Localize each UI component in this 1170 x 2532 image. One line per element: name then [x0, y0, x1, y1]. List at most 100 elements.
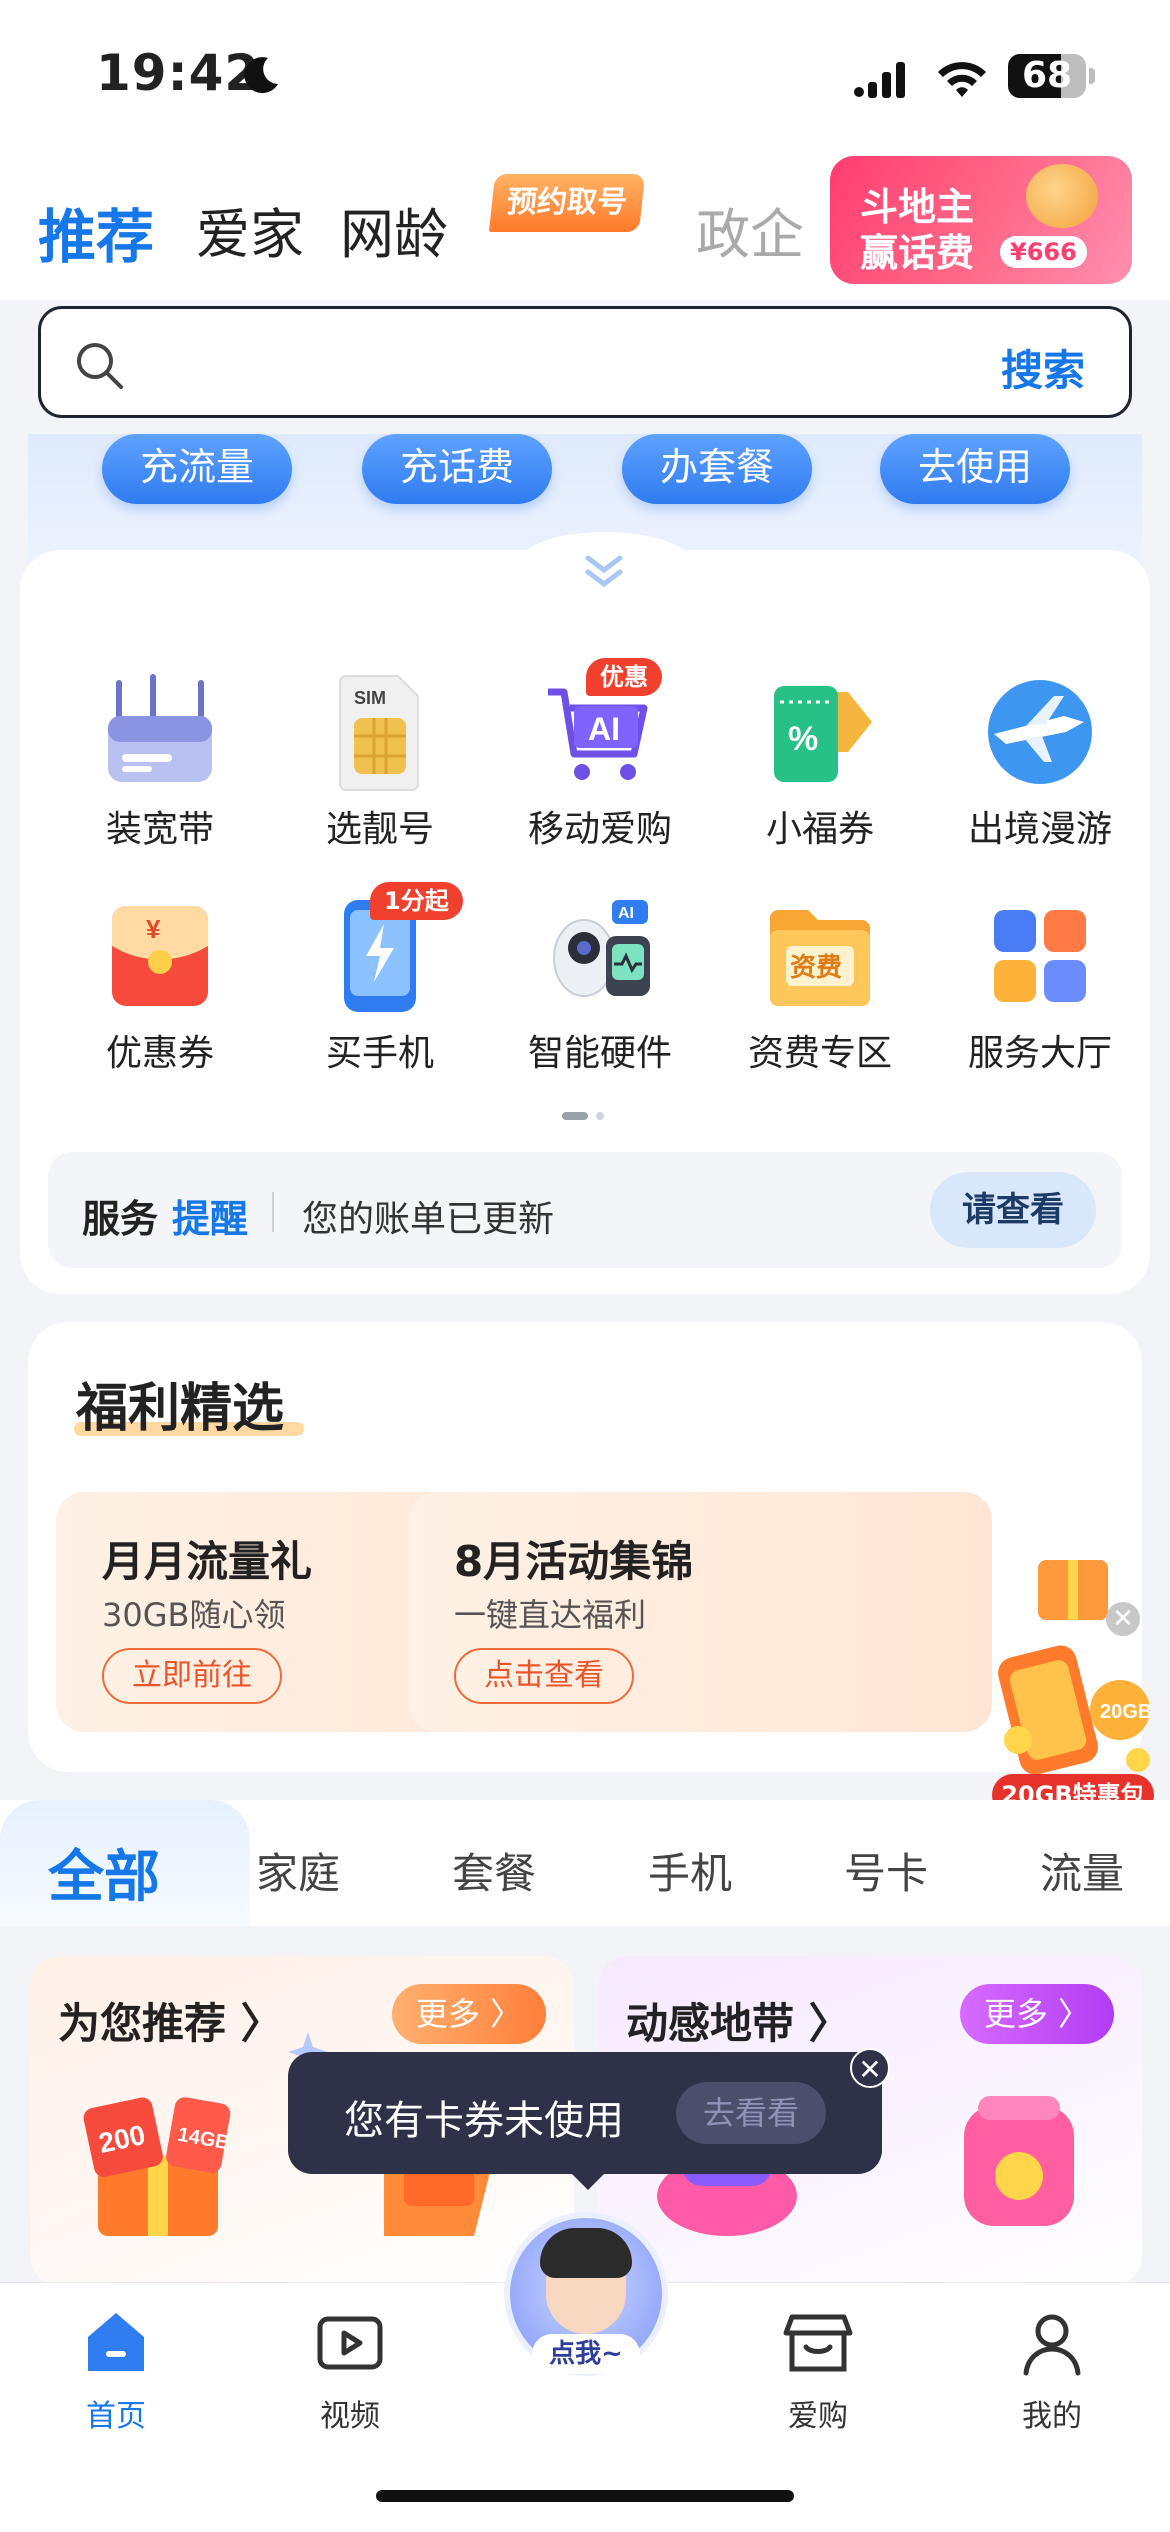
assistant-avatar-button[interactable]: 点我~	[504, 2212, 668, 2376]
service-label: 服务大厅	[967, 1033, 1112, 1074]
status-bar: 19:42 68	[0, 0, 1170, 150]
service-reminder[interactable]: 服务 提醒 您的账单已更新 请查看	[48, 1152, 1122, 1268]
wifi-icon	[938, 62, 986, 97]
rec-card-more-button[interactable]: 更多 〉	[391, 1984, 546, 2044]
category-tab-phone[interactable]: 手机	[648, 1840, 732, 1901]
mascot-icon	[1026, 164, 1098, 228]
divider	[272, 1192, 274, 1232]
service-buy-phone[interactable]: 1分起 买手机	[280, 882, 480, 1096]
nav-shop[interactable]: 爱购	[738, 2307, 898, 2435]
rec-card-more-button[interactable]: 更多 〉	[959, 1984, 1114, 2044]
close-icon[interactable]: ✕	[1106, 1602, 1140, 1636]
home-indicator[interactable]	[376, 2490, 794, 2502]
search-bar[interactable]: 搜索	[38, 306, 1132, 418]
expand-jar-icon	[964, 2096, 1074, 2226]
nav-label: 视频	[320, 2399, 380, 2434]
toast-view-button[interactable]: 去看看	[676, 2082, 826, 2144]
search-input[interactable]	[151, 329, 911, 399]
reminder-title-b: 提醒	[172, 1197, 249, 1241]
video-icon	[317, 2316, 383, 2370]
svg-text:资费: 资费	[790, 953, 842, 983]
reminder-message: 您的账单已更新	[302, 1199, 555, 1240]
benefit-card-subtitle: 一键直达福利	[454, 1596, 647, 1634]
service-label: 优惠券	[105, 1033, 214, 1074]
service-roaming[interactable]: 出境漫游	[940, 672, 1140, 872]
battery-tip	[1089, 68, 1095, 84]
home-icon	[88, 2313, 144, 2371]
tab-government[interactable]: 政企	[696, 190, 804, 269]
sim-card-icon: SIM	[339, 675, 419, 791]
service-label: 选靓号	[325, 809, 434, 850]
rec-card-title: 动感地带 〉	[626, 1999, 851, 2048]
benefits-section: 福利精选 月月流量礼 30GB随心领 立即前往 30GB 8月活动集锦 一键直达…	[28, 1322, 1142, 1772]
quick-action-data[interactable]: 充流量	[102, 434, 292, 504]
tariff-folder-icon: 资费	[770, 910, 870, 1006]
reminder-title-a: 服务	[82, 1197, 159, 1241]
close-icon[interactable]: ✕	[850, 2048, 890, 2088]
promo-banner-doudizhu[interactable]: 斗地主 赢话费 ¥666	[830, 156, 1132, 284]
service-broadband[interactable]: 装宽带	[60, 672, 260, 872]
quick-action-use[interactable]: 去使用	[880, 434, 1070, 504]
service-label: 小福券	[765, 809, 874, 850]
airplane-icon	[988, 680, 1092, 784]
gift-box-200-icon: 200 14GB	[83, 2097, 231, 2236]
category-tab-family[interactable]: 家庭	[256, 1840, 340, 1901]
svg-text:¥: ¥	[146, 914, 161, 944]
nav-label: 爱购	[788, 2399, 848, 2434]
service-smart-hardware[interactable]: AI 智能硬件	[500, 896, 700, 1096]
shop-icon	[783, 2314, 853, 2372]
category-tab-number-card[interactable]: 号卡	[844, 1840, 928, 1901]
tab-reserve-number[interactable]: 预约取号	[488, 174, 646, 232]
search-icon	[77, 343, 123, 389]
service-label: 装宽带	[105, 809, 214, 850]
search-button[interactable]: 搜索	[1001, 337, 1085, 398]
coupon-ticket-icon: %	[774, 686, 872, 782]
service-label: 资费专区	[747, 1033, 892, 1074]
battery-icon: 68	[1008, 54, 1086, 98]
nav-video[interactable]: 视频	[270, 2307, 430, 2435]
category-tabs: 全部 家庭 套餐 手机 号卡 流量	[0, 1800, 1170, 1926]
service-choose-number[interactable]: SIM 选靓号	[280, 672, 480, 872]
benefit-card-august-events[interactable]: 8月活动集锦 一键直达福利 点击查看	[408, 1492, 992, 1732]
nav-label: 首页	[86, 2399, 146, 2434]
person-icon	[1023, 2314, 1081, 2376]
service-vouchers[interactable]: ¥ 优惠券	[60, 896, 260, 1096]
tab-recommend[interactable]: 推荐	[38, 190, 154, 274]
pager-dot	[596, 1112, 604, 1120]
nav-label: 我的	[1022, 2399, 1082, 2434]
battery-level: 68	[1021, 55, 1073, 96]
service-coupon[interactable]: % 小福券	[720, 672, 920, 872]
nav-profile[interactable]: 我的	[972, 2307, 1132, 2435]
service-tariff[interactable]: 资费 资费专区	[720, 896, 920, 1096]
status-time: 19:42	[96, 44, 261, 102]
service-tag: 优惠	[586, 658, 662, 696]
quick-action-plan[interactable]: 办套餐	[622, 434, 812, 504]
service-ai-shopping[interactable]: AI 优惠 移动爱购	[500, 658, 700, 872]
service-hall-icon	[994, 910, 1086, 1002]
tab-network-age[interactable]: 网龄	[340, 190, 448, 269]
service-hall[interactable]: 服务大厅	[940, 896, 1140, 1096]
nav-home[interactable]: 首页	[36, 2307, 196, 2435]
promo-line2: 赢话费	[860, 231, 975, 275]
category-tab-data[interactable]: 流量	[1040, 1840, 1124, 1901]
tab-home-family[interactable]: 爱家	[196, 190, 304, 269]
floating-promo-20gb[interactable]: 20GB ✕ 20GB特惠包	[988, 1540, 1158, 1820]
category-tab-all[interactable]: 全部	[48, 1832, 160, 1913]
svg-text:%: %	[788, 720, 818, 758]
quick-action-topup[interactable]: 充话费	[362, 434, 552, 504]
category-tab-plan[interactable]: 套餐	[452, 1840, 536, 1901]
benefit-card-button[interactable]: 立即前往	[102, 1648, 282, 1704]
red-envelope-icon: ¥	[112, 906, 208, 1006]
chevron-down-icon[interactable]	[576, 544, 632, 600]
service-label: 出境漫游	[967, 809, 1112, 850]
moon-icon	[244, 57, 278, 94]
gift-box-phone-icon: 20GB	[998, 1560, 1152, 1775]
service-tag: 1分起	[370, 882, 463, 920]
benefit-card-button[interactable]: 点击查看	[454, 1648, 634, 1704]
router-icon	[108, 674, 212, 782]
promo-price: ¥666	[1000, 236, 1087, 268]
services-card: 装宽带 SIM 选靓号 AI 优惠 移动爱购 % 小福券 出境漫游 ¥ 优惠券 …	[20, 532, 1150, 1294]
top-tab-bar: 推荐 爱家 网龄 预约取号 政企 斗地主 赢话费 ¥666	[0, 150, 1170, 300]
toast-pointer	[570, 2172, 606, 2190]
reminder-view-button[interactable]: 请查看	[930, 1172, 1096, 1248]
